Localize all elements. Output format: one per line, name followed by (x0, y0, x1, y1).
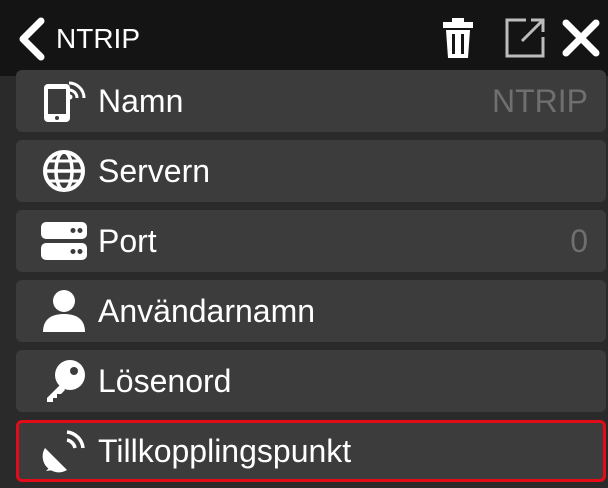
field-server[interactable]: Servern (16, 140, 606, 202)
phone-signal-icon (36, 78, 92, 124)
close-icon (562, 19, 600, 57)
close-button[interactable] (558, 14, 604, 62)
satellite-dish-icon (36, 428, 92, 474)
field-label-server: Servern (98, 153, 211, 189)
open-external-button[interactable] (500, 14, 550, 62)
header-bar: NTRIP (0, 0, 608, 76)
globe-icon (36, 148, 92, 194)
key-icon (36, 358, 92, 404)
trash-icon (443, 18, 473, 58)
field-port[interactable]: Port 0 (16, 210, 606, 272)
ntrip-settings-screen: NTRIP Namn NTRIP Servern Port 0 Användar… (0, 0, 608, 488)
chevron-left-icon (19, 17, 45, 61)
delete-button[interactable] (438, 14, 478, 62)
external-link-icon (505, 18, 545, 58)
field-label-name: Namn (98, 83, 184, 119)
field-label-mountpoint: Tillkopplingspunkt (98, 433, 352, 469)
field-value-port: 0 (570, 223, 588, 259)
field-password[interactable]: Lösenord (16, 350, 606, 412)
field-mountpoint[interactable]: Tillkopplingspunkt (16, 420, 606, 482)
field-label-username: Användarnamn (98, 293, 316, 329)
page-title: NTRIP (56, 23, 140, 54)
server-icon (36, 218, 92, 264)
back-button[interactable] (12, 16, 52, 62)
field-name[interactable]: Namn NTRIP (16, 70, 606, 132)
field-value-name: NTRIP (492, 83, 588, 119)
user-icon (36, 288, 92, 334)
field-label-port: Port (98, 223, 157, 259)
field-label-password: Lösenord (98, 363, 232, 399)
field-username[interactable]: Användarnamn (16, 280, 606, 342)
